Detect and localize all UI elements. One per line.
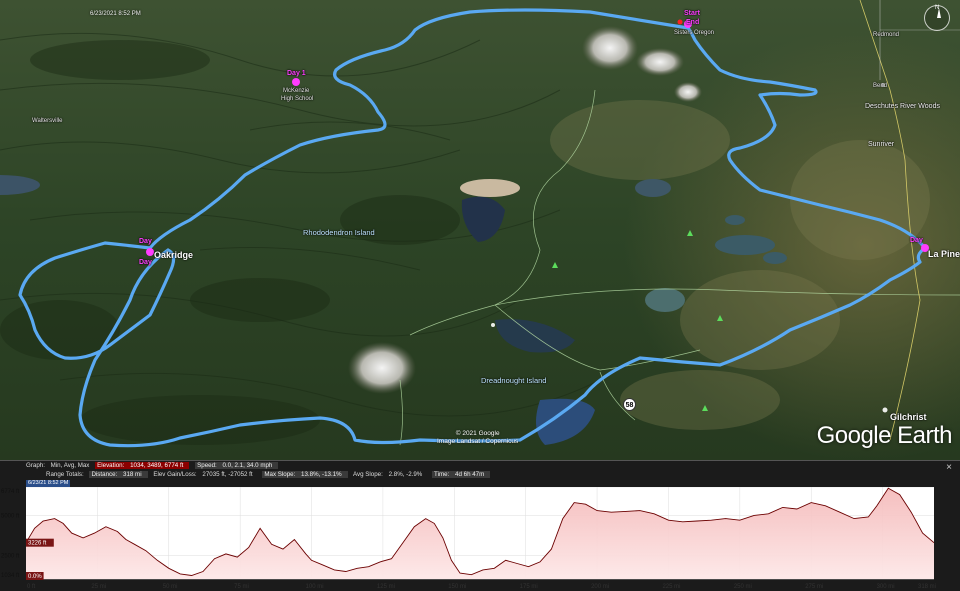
day1-marker[interactable] [292, 78, 300, 86]
x-tick-label: 0 ft [27, 584, 36, 590]
end-label: End [686, 19, 700, 26]
x-tick-label: 250 mi [734, 584, 752, 590]
x-tick-label: 175 mi [520, 584, 538, 590]
elev-gain-stat: Elev Gain/Loss: 27035 ft, -27052 ft [153, 471, 256, 478]
range-totals-row: Range Totals: Distance: 318 mi Elev Gain… [46, 471, 494, 479]
distance-value: 318 mi [123, 471, 142, 478]
avg-slope-label: Avg Slope: [353, 471, 383, 478]
x-axis-ticks: 0 ft 25 mi 50 mi 75 mi 100 mi 125 mi 150 mi 175… [27, 584, 936, 590]
speed-stat[interactable]: Speed: 0.0, 2.1, 34.0 mph [195, 462, 279, 469]
mckenzie-label-line2: High School [281, 96, 314, 102]
max-slope-label: Max Slope: [264, 471, 296, 478]
gilchrist-label: Gilchrist [890, 412, 927, 422]
elevation-chart[interactable]: 6774 ft 5000 ft 2500 ft 1034 ft 0 ft 25 mi 50… [0, 487, 960, 591]
max-slope-stat: Max Slope: 13.8%, -13.1% [262, 471, 348, 478]
sunriver-label: Sunriver [868, 141, 895, 148]
elevation-stat-value: 1034, 3489, 6774 ft [130, 462, 184, 469]
deschutes-river-woods-label: Deschutes River Woods [865, 103, 940, 110]
avg-slope-value: 2.8%, -2.9% [388, 471, 423, 478]
elevation-stat-label: Elevation: [97, 462, 125, 469]
y-axis-ticks: 6774 ft 5000 ft 2500 ft 1034 ft [1, 489, 20, 579]
dreadnought-island-label: Dreadnought Island [481, 376, 547, 385]
copyright-line-1: © 2021 Google [455, 430, 500, 437]
y-tick-label: 2500 ft [1, 554, 20, 560]
speed-stat-label: Speed: [197, 462, 217, 469]
y-tick-label: 5000 ft [1, 513, 20, 519]
y-tick-label: 1034 ft [1, 573, 20, 579]
day3-label: Day [910, 237, 923, 244]
imagery-copyright: © 2021 Google Image Landsat / Copernicus [437, 430, 518, 446]
current-slope-label: 0.0% [28, 574, 42, 580]
day1-label: Day 1 [287, 70, 306, 77]
elev-gain-label: Elev Gain/Loss: [153, 471, 197, 478]
day2-marker[interactable] [146, 248, 154, 256]
oakridge-label: Oakridge [154, 250, 194, 260]
highway-58-shield-icon: 58 [623, 398, 636, 411]
elev-gain-value: 27035 ft, -27052 ft [202, 471, 253, 478]
lapine-label: La Pine [928, 249, 960, 259]
waltersville-label: Waltersville [32, 118, 63, 124]
time-value: 4d 6h 47m [455, 471, 485, 478]
x-tick-label: 125 mi [377, 584, 395, 590]
graph-mode[interactable]: Min, Avg, Max [51, 462, 90, 469]
range-totals-label: Range Totals: [46, 471, 84, 478]
close-profile-button[interactable]: × [944, 463, 954, 473]
graph-label: Graph: [26, 462, 45, 469]
current-elevation-label: 3226 ft [28, 541, 47, 547]
imagery-timestamp: 6/23/2021 8:52 PM [90, 11, 141, 17]
map-viewport[interactable]: 6/23/2021 8:52 PM N Start End Sisters Or… [0, 0, 960, 460]
x-tick-label: 318 mi [918, 584, 936, 590]
x-tick-label: 25 mi [91, 584, 106, 590]
elevation-stat[interactable]: Elevation: 1034, 3489, 6774 ft [95, 462, 190, 469]
speed-stat-value: 0.0, 2.1, 34.0 mph [222, 462, 273, 469]
graph-stats-row: Graph: Min, Avg, Max Elevation: 1034, 34… [26, 462, 282, 470]
distance-label: Distance: [91, 471, 118, 478]
compass-needle-icon [937, 8, 941, 18]
x-tick-label: 300 mi [877, 584, 895, 590]
google-earth-window: 6/23/2021 8:52 PM N Start End Sisters Or… [0, 0, 960, 591]
elevation-profile-panel: × Graph: Min, Avg, Max Elevation: 1034, … [0, 460, 960, 591]
copyright-line-2: Image Landsat / Copernicus [437, 438, 519, 445]
time-label: Time: [434, 471, 450, 478]
x-tick-label: 50 mi [163, 584, 178, 590]
rhododendron-island-label: Rhododendron Island [303, 228, 375, 237]
x-tick-label: 75 mi [234, 584, 249, 590]
redmond-label: Redmond [873, 32, 900, 38]
x-tick-label: 200 mi [591, 584, 609, 590]
start-label: Start [684, 10, 700, 17]
x-tick-label: 225 mi [662, 584, 680, 590]
distance-stat: Distance: 318 mi [89, 471, 148, 478]
y-tick-label: 6774 ft [1, 489, 20, 495]
time-stat: Time: 4d 6h 47m [432, 471, 491, 478]
bend-label: Bend [873, 83, 888, 89]
terrain-imagery [0, 0, 960, 460]
day2-label-lower: Day [139, 259, 152, 266]
x-tick-label: 150 mi [448, 584, 466, 590]
mckenzie-label: McKenzie [283, 88, 310, 94]
max-slope-value: 13.8%, -13.1% [301, 471, 342, 478]
day2-label: Day [139, 238, 152, 245]
avg-slope-stat: Avg Slope: 2.8%, -2.9% [353, 471, 426, 478]
profile-cursor-date: 6/23/21 8:52 PM [26, 480, 71, 487]
sisters-label: Sisters Oregon [674, 30, 715, 36]
compass-navigation-control[interactable]: N [924, 5, 950, 31]
x-tick-label: 100 mi [306, 584, 324, 590]
x-tick-label: 275 mi [805, 584, 823, 590]
google-earth-logo: Google Earth [816, 422, 953, 449]
